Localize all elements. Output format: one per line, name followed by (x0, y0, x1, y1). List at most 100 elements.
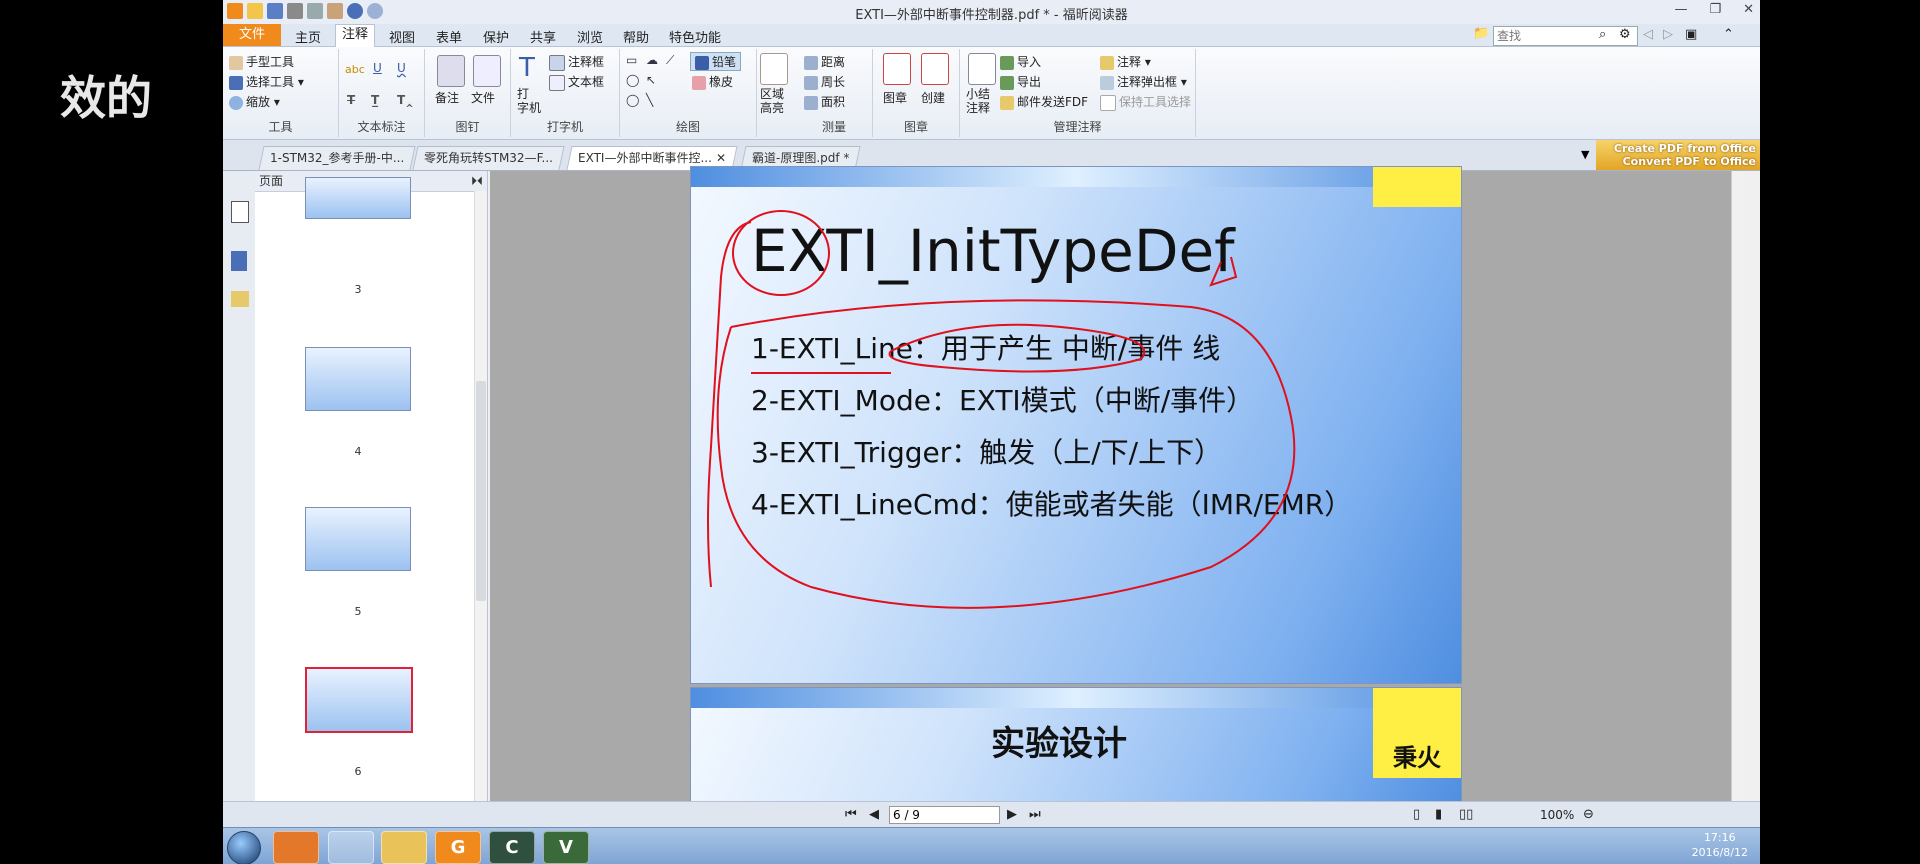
panel-scrollbar[interactable] (474, 191, 487, 801)
strikeout-button[interactable]: T (347, 93, 355, 107)
taskbar-explorer[interactable] (381, 831, 427, 864)
distance-button[interactable]: 距离 (804, 53, 845, 70)
page-thumbnail-5[interactable] (305, 507, 411, 571)
cloud-shape-icon[interactable]: ☁ (646, 53, 658, 67)
page-number-field[interactable]: 6 / 9 (889, 806, 1000, 824)
search-folder-icon[interactable]: 📁 (1473, 26, 1489, 41)
menu-home[interactable]: 主页 (295, 27, 321, 46)
tab-document-1[interactable]: 1-STM32_参考手册-中... (258, 146, 416, 170)
comments-panel-icon[interactable] (231, 291, 249, 307)
next-page-icon[interactable]: ▶ (1007, 807, 1017, 822)
oval-shape-icon[interactable]: ◯ (626, 73, 639, 87)
search-input[interactable] (1493, 26, 1638, 46)
taskbar-app-1[interactable] (273, 831, 319, 864)
select-tool-button[interactable]: 选择工具 ▾ (229, 73, 304, 90)
callout-button[interactable]: 注释框 (549, 53, 604, 71)
single-page-view-icon[interactable]: ▯ (1413, 807, 1420, 822)
note-button[interactable]: 备注 (435, 89, 459, 106)
callout-label: 注释框 (568, 55, 605, 69)
stamp-button[interactable]: 图章 (883, 89, 907, 106)
replace-text-button[interactable]: T̲ (371, 93, 379, 107)
menu-help[interactable]: 帮助 (623, 27, 649, 46)
close-button[interactable]: ✕ (1743, 2, 1754, 17)
minimize-button[interactable]: — (1674, 2, 1687, 17)
taskbar-app-2[interactable] (328, 831, 374, 864)
search-icon[interactable]: ⌕ (1599, 27, 1606, 42)
eraser-button[interactable]: 橡皮 (692, 73, 733, 90)
keep-tool-selected-checkbox[interactable]: 保持工具选择 (1100, 93, 1191, 111)
line-shape-icon[interactable]: ╲ (646, 93, 653, 107)
underline-button[interactable]: U (373, 61, 382, 75)
page-thumbnail-3[interactable] (305, 177, 411, 219)
summarize-comments-button[interactable]: 小结 注释 (966, 87, 990, 115)
viewer-scrollbar[interactable] (1731, 171, 1745, 801)
area-highlight-tool: 区域 高亮 (750, 49, 795, 137)
group-label-tools: 工具 (268, 120, 293, 134)
file-button[interactable]: 文件 (471, 89, 495, 106)
polygon-shape-icon[interactable]: ◯ (626, 93, 639, 107)
squiggly-button[interactable]: U (397, 61, 406, 75)
menu-browse[interactable]: 浏览 (577, 27, 603, 46)
slide-page-7: 实验设计 秉火 (690, 687, 1462, 809)
document-viewer[interactable]: EXTI_InitTypeDef 1-EXTI_Line：用于产生 中断/事件 … (490, 166, 1745, 809)
email-fdf-button[interactable]: 邮件发送FDF (1000, 93, 1088, 110)
settings-gear-icon[interactable]: ⚙ (1619, 27, 1631, 42)
forward-icon[interactable]: ▷ (1663, 27, 1673, 42)
area-highlight-button[interactable]: 区域 高亮 (760, 87, 784, 115)
hand-tool-button[interactable]: 手型工具 (229, 53, 294, 70)
summary-icon (968, 53, 996, 85)
menu-file[interactable]: 文件 (223, 24, 281, 46)
back-icon[interactable]: ◁ (1643, 27, 1653, 42)
user-icon[interactable]: ▣ (1685, 27, 1697, 42)
polyline-shape-icon[interactable]: ⟋ (666, 53, 674, 68)
create-stamp-button[interactable]: 创建 (921, 89, 945, 106)
ribbon-collapse-icon[interactable]: ⌃ (1723, 27, 1734, 42)
panel-scrollbar-thumb[interactable] (476, 381, 486, 601)
page-thumbnail-6[interactable] (305, 667, 413, 733)
pencil-button[interactable]: 铅笔 (690, 52, 742, 71)
facing-view-icon[interactable]: ▯▯ (1459, 807, 1473, 822)
import-button[interactable]: 导入 (1000, 53, 1041, 70)
tab-document-2[interactable]: 零死角玩转STM32—F... (412, 146, 565, 170)
zoom-out-icon[interactable]: ⊖ (1583, 807, 1594, 822)
page-thumbnail-panel-icon[interactable] (231, 201, 249, 223)
insert-text-button[interactable]: T‸ (397, 93, 414, 107)
textbox-button[interactable]: 文本框 (549, 73, 604, 91)
previous-page-icon[interactable]: ◀ (869, 807, 879, 822)
title-bar: EXTI—外部中断事件控制器.pdf * - 福昕阅读器 — ❐ ✕ (223, 0, 1760, 25)
continuous-view-icon[interactable]: ▮ (1435, 807, 1442, 822)
taskbar-app-5[interactable]: C (489, 831, 535, 864)
menu-share[interactable]: 共享 (530, 27, 556, 46)
export-button[interactable]: 导出 (1000, 73, 1041, 90)
zoom-level[interactable]: 100% (1540, 808, 1574, 822)
layers-panel-icon[interactable] (231, 251, 247, 271)
taskbar-foxit[interactable]: G (435, 831, 481, 864)
zoom-icon (229, 95, 243, 110)
perimeter-button[interactable]: 周长 (804, 73, 845, 90)
page-thumbnail-4[interactable] (305, 347, 411, 411)
comment-list-button[interactable]: 注释 ▾ (1100, 53, 1151, 70)
menu-view[interactable]: 视图 (389, 27, 415, 46)
menu-features[interactable]: 特色功能 (669, 27, 721, 46)
start-button[interactable] (227, 831, 261, 864)
menu-protect[interactable]: 保护 (483, 27, 509, 46)
pencil-annotations[interactable] (691, 167, 1461, 683)
system-clock[interactable]: 17:16 2016/8/12 (1692, 830, 1748, 860)
highlight-button[interactable]: abc (345, 63, 365, 76)
zoom-tool-button[interactable]: 缩放 ▾ (229, 93, 280, 110)
arrow-shape-icon[interactable]: ↖ (646, 73, 656, 87)
maximize-button[interactable]: ❐ (1709, 2, 1721, 17)
area-button[interactable]: 面积 (804, 93, 845, 110)
tab-list-dropdown-icon[interactable]: ▼ (1581, 148, 1589, 161)
promo-banner[interactable]: Create PDF from Office Convert PDF to Off… (1596, 140, 1760, 170)
popup-note-button[interactable]: 注释弹出框 ▾ (1100, 73, 1187, 90)
menu-form[interactable]: 表单 (436, 27, 462, 46)
taskbar-app-6[interactable]: V (543, 831, 589, 864)
menu-comment[interactable]: 注释 (335, 24, 376, 47)
typewriter-button[interactable]: 打 字机 (517, 87, 541, 115)
panel-expand-icon[interactable]: ⏵⏴ (471, 171, 487, 191)
distance-icon (804, 55, 818, 70)
rectangle-shape-icon[interactable]: ▭ (626, 53, 637, 67)
first-page-icon[interactable]: ⏮ (845, 807, 857, 822)
last-page-icon[interactable]: ⏭ (1029, 807, 1041, 822)
